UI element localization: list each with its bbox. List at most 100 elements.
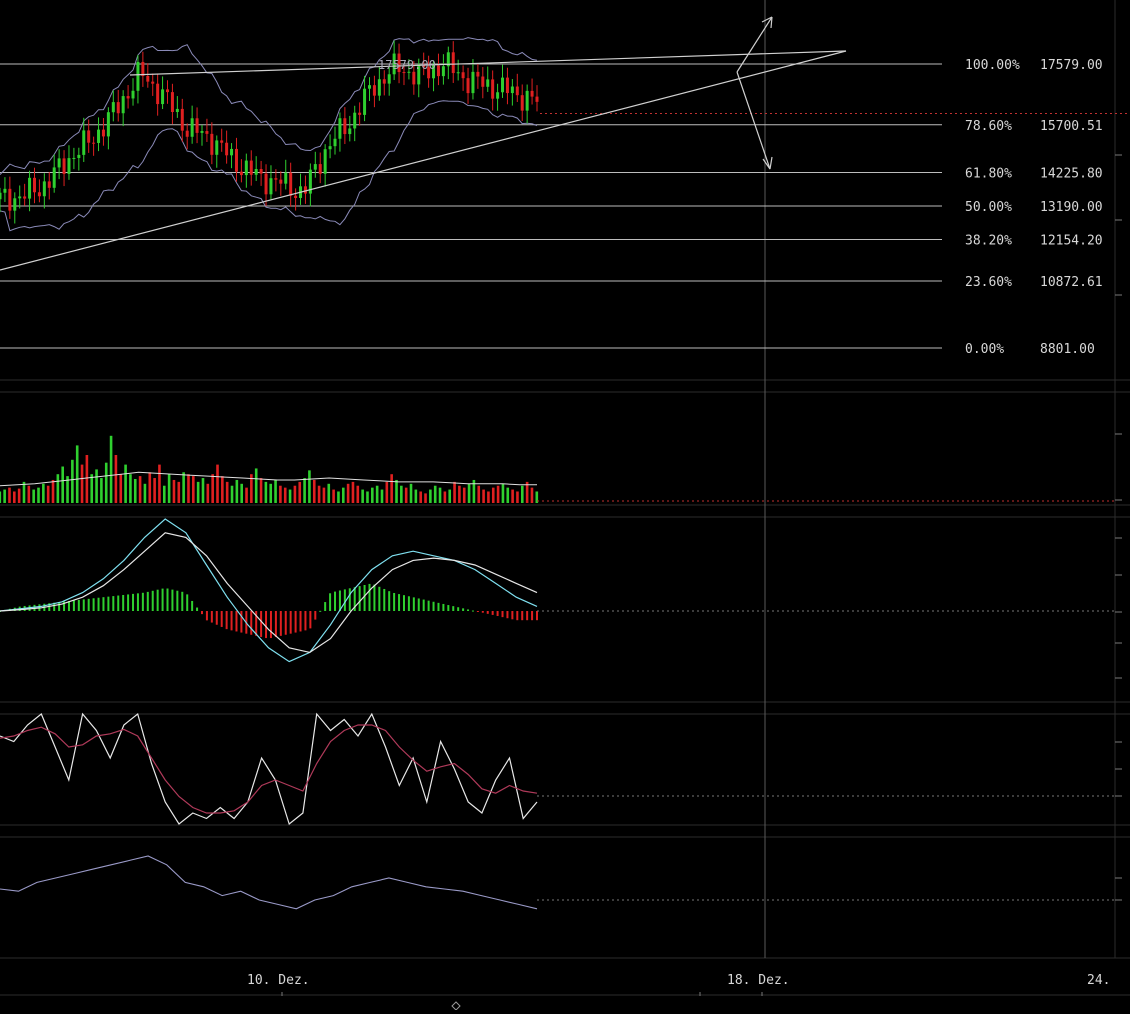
volume-bar: [332, 489, 335, 503]
macd-histogram-bar: [521, 611, 524, 621]
volume-bar: [283, 487, 287, 503]
macd-histogram-bar: [501, 611, 504, 618]
fib-percent-label: 0.00%: [965, 342, 1004, 357]
peak-price-label: 17579.00: [378, 58, 436, 72]
candle-body: [372, 85, 376, 96]
candle-body: [23, 196, 27, 199]
macd-histogram-bar: [161, 588, 164, 611]
candle-body: [333, 138, 337, 147]
candle-body: [47, 181, 51, 188]
macd-histogram-bar: [471, 610, 474, 612]
candle-body: [505, 77, 509, 94]
candle-body: [294, 195, 298, 198]
macd-histogram-bar: [329, 593, 332, 611]
macd-histogram-bar: [92, 598, 95, 611]
volume-bar: [477, 485, 481, 503]
trading-chart[interactable]: 17579.00 127.20%19966.62100.00%17579.007…: [0, 0, 1130, 1011]
volume-bar: [32, 489, 35, 503]
macd-histogram-bar: [284, 611, 287, 635]
candle-body: [111, 102, 115, 113]
candle-body: [170, 92, 174, 113]
candle-body: [476, 71, 480, 77]
candle-body: [402, 72, 406, 74]
macd-histogram-bar: [235, 611, 238, 632]
volume-bar: [380, 489, 384, 503]
macd-histogram-bar: [452, 606, 455, 611]
macd-histogram-bar: [368, 583, 371, 611]
volume-bar: [3, 489, 6, 503]
volume-bar: [496, 485, 500, 503]
macd-histogram-bar: [407, 596, 410, 611]
volume-bar: [501, 483, 505, 503]
macd-histogram-bar: [506, 611, 509, 619]
volume-bar: [375, 485, 379, 503]
macd-histogram-bar: [200, 611, 203, 615]
candle-body: [244, 160, 248, 176]
candle-body: [97, 129, 101, 143]
candle-body: [451, 52, 455, 74]
candle-body: [101, 129, 105, 137]
candle-body: [471, 71, 475, 94]
volume-bar: [312, 479, 316, 503]
x-tick-label: 24.: [1087, 973, 1110, 988]
macd-histogram-bar: [324, 602, 327, 611]
candle-body: [264, 173, 268, 195]
candle-body: [180, 108, 184, 131]
volume-bar: [254, 468, 258, 503]
volume-bar: [85, 455, 89, 503]
macd-histogram-bar: [412, 597, 415, 611]
volume-bar: [467, 483, 471, 503]
macd-histogram-bar: [250, 611, 253, 635]
macd-histogram-bar: [82, 599, 85, 611]
macd-histogram-bar: [196, 607, 199, 611]
volume-bar: [341, 487, 345, 503]
volume-bar: [371, 487, 374, 503]
candle-body: [520, 95, 524, 111]
macd-histogram-bar: [536, 611, 538, 621]
fib-value-label: 17579.00: [1040, 58, 1103, 73]
volume-bar: [293, 485, 297, 503]
fib-percent-label: 23.60%: [965, 275, 1012, 290]
candle-body: [328, 146, 332, 150]
candle-body: [274, 178, 278, 180]
candle-body: [215, 140, 219, 155]
candle-body: [259, 168, 263, 174]
candle-body: [377, 79, 381, 96]
chart-stage[interactable]: 17579.00 127.20%19966.62100.00%17579.007…: [0, 0, 1130, 1011]
volume-bar: [75, 445, 79, 503]
volume-bar: [361, 489, 364, 503]
candle-body: [77, 154, 81, 158]
candle-body: [141, 61, 145, 77]
volume-bar: [458, 485, 461, 503]
macd-histogram-bar: [486, 611, 489, 614]
volume-bar: [259, 478, 263, 503]
candle-body: [313, 164, 317, 170]
macd-histogram-bar: [422, 599, 425, 611]
volume-bar: [245, 487, 248, 503]
macd-histogram-bar: [304, 611, 307, 631]
macd-histogram-bar: [299, 611, 302, 632]
volume-bar: [182, 472, 185, 503]
macd-histogram-bar: [205, 611, 208, 621]
candle-body: [466, 78, 470, 94]
fib-value-label: 12154.20: [1040, 234, 1103, 249]
macd-histogram-bar: [240, 611, 243, 633]
volume-bar: [172, 479, 176, 503]
volume-bar: [124, 464, 127, 503]
volume-bar: [235, 479, 239, 503]
volume-bar: [327, 483, 331, 503]
volume-bar: [100, 478, 103, 503]
fib-percent-label: 78.60%: [965, 119, 1012, 134]
candle-body: [289, 172, 293, 196]
x-tick-label: 18. Dez.: [727, 973, 790, 988]
candle-body: [234, 148, 238, 172]
volume-bar: [95, 469, 98, 503]
macd-histogram-bar: [442, 603, 445, 611]
macd-histogram-bar: [102, 597, 105, 611]
volume-bar: [119, 474, 123, 503]
candle-body: [62, 158, 66, 174]
macd-histogram-bar: [516, 611, 519, 621]
candle-body: [496, 92, 500, 99]
macd-histogram-bar: [462, 608, 465, 611]
volume-bar: [482, 489, 485, 503]
